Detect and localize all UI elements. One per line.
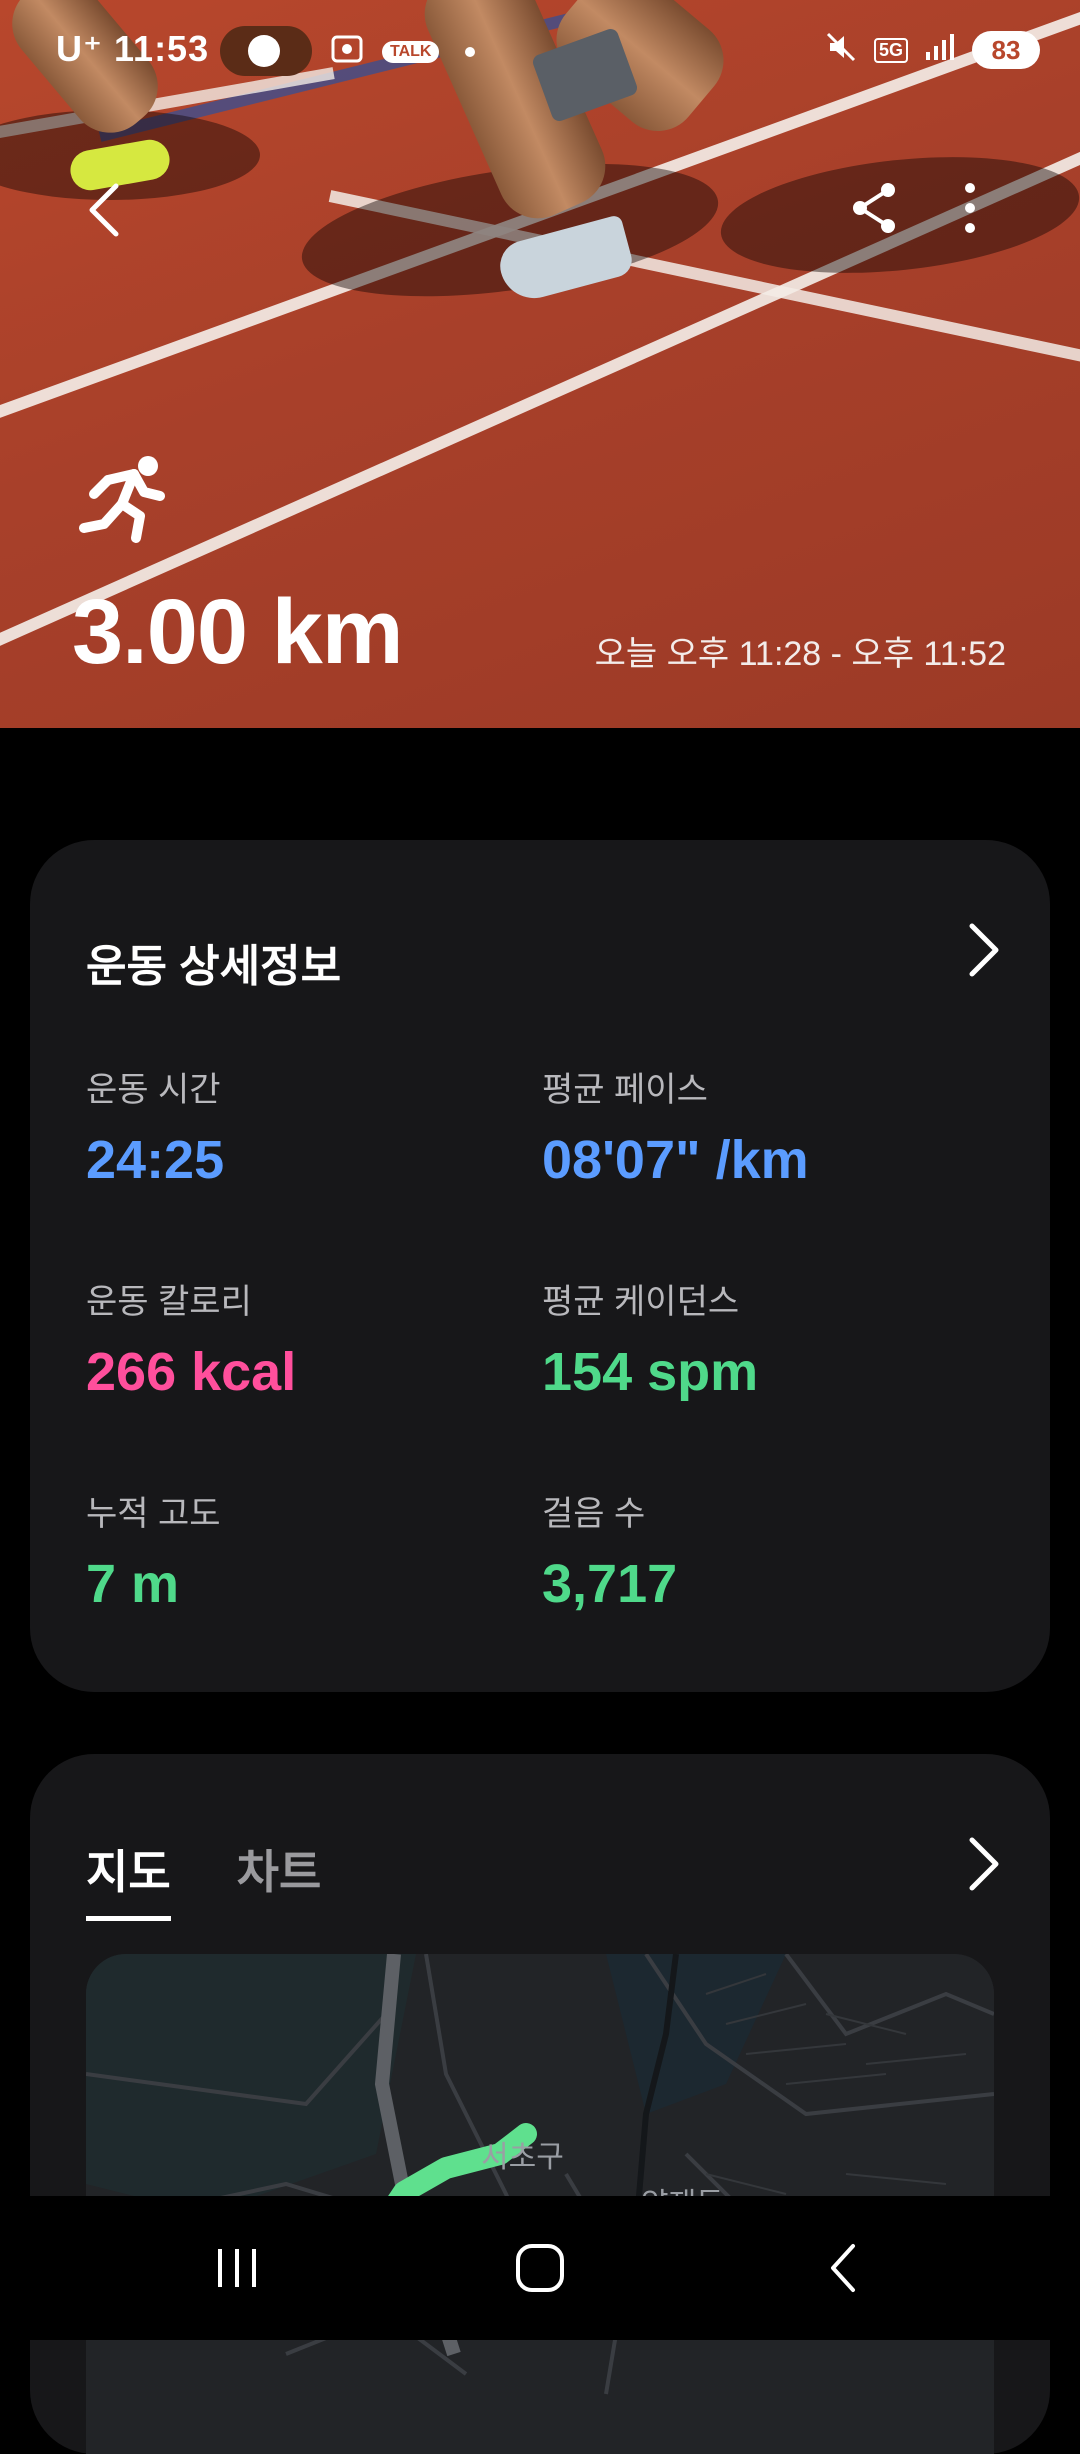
- signal-icon: [924, 32, 956, 68]
- back-icon: [823, 2240, 863, 2301]
- map-chart-card: 지도 차트 서초구: [30, 1754, 1050, 2454]
- recent-apps-icon: [212, 2243, 262, 2298]
- more-vert-icon: [960, 180, 980, 241]
- battery-indicator: 83: [972, 31, 1040, 69]
- workout-details-card[interactable]: 운동 상세정보 운동 시간 24:25 평균 페이스 08'07" /km 운동…: [30, 840, 1050, 1692]
- mute-icon: [824, 30, 858, 70]
- notification-dot-icon: [465, 47, 476, 57]
- back-button[interactable]: [74, 180, 134, 240]
- tab-chart[interactable]: 차트: [237, 1836, 322, 1921]
- chevron-right-icon: [964, 923, 1004, 984]
- share-button[interactable]: [844, 180, 904, 240]
- workout-time-range: 오늘 오후 11:28 - 오후 11:52: [594, 635, 1006, 673]
- chevron-right-icon: [964, 1837, 1004, 1898]
- navigation-bar: [0, 2196, 1080, 2340]
- map-label-seocho: 서초구: [481, 2141, 564, 2174]
- screenshot-icon: [330, 34, 364, 70]
- map-chart-tabs: 지도 차트: [86, 1836, 321, 1921]
- metric-avg-pace: 평균 페이스 08'07" /km: [542, 1071, 809, 1190]
- recent-apps-button[interactable]: [202, 2240, 272, 2300]
- running-icon: [78, 452, 174, 544]
- more-options-button[interactable]: [940, 180, 1000, 240]
- metric-avg-cadence: 평균 케이던스 154 spm: [542, 1283, 759, 1402]
- share-icon: [846, 180, 902, 241]
- map-chevron-button[interactable]: [964, 1834, 1004, 1894]
- tab-map[interactable]: 지도: [86, 1836, 171, 1921]
- hero-banner: U⁺ 11:53 TALK 5G 83 3.00 km 오늘 오후 11:28 …: [0, 0, 1080, 728]
- metric-elevation-gain: 누적 고도 7 m: [86, 1495, 221, 1614]
- network-label: 5G: [873, 37, 908, 63]
- nav-back-button[interactable]: [808, 2240, 878, 2300]
- home-button[interactable]: [505, 2240, 575, 2300]
- metric-calories: 운동 칼로리 266 kcal: [86, 1283, 297, 1402]
- details-chevron-button[interactable]: [964, 920, 1004, 980]
- card-title: 운동 상세정보: [86, 942, 342, 991]
- metric-steps: 걸음 수 3,717: [542, 1495, 678, 1614]
- workout-distance: 3.00 km: [72, 581, 404, 683]
- status-bar: U⁺ 11:53 TALK 5G 83: [0, 20, 1080, 90]
- home-icon: [514, 2242, 566, 2299]
- talk-badge: TALK: [382, 41, 440, 63]
- spotify-icon: [220, 26, 312, 76]
- metric-workout-time: 운동 시간 24:25: [86, 1071, 225, 1190]
- status-time: U⁺ 11:53: [56, 28, 210, 69]
